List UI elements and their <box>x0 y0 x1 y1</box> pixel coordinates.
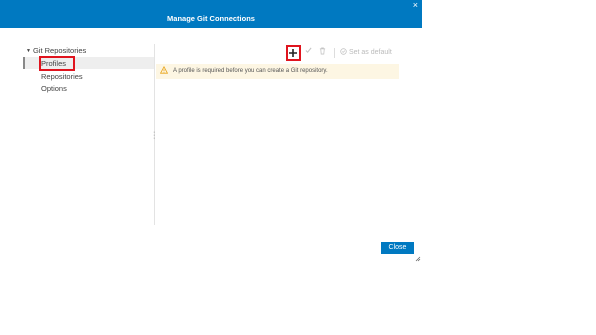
warning-message: A profile is required before you can cre… <box>173 68 328 74</box>
resize-grip-icon[interactable] <box>415 256 421 262</box>
checkmark-icon <box>305 47 312 54</box>
close-icon[interactable]: × <box>413 1 418 10</box>
splitter-grip-icon[interactable]: · · · <box>153 129 155 142</box>
close-button[interactable]: Close <box>381 242 414 254</box>
caret-down-icon[interactable]: ▼ <box>26 48 31 54</box>
tree-root-label: Git Repositories <box>32 46 87 55</box>
set-as-default-label: Set as default <box>348 49 392 56</box>
warning-triangle-icon <box>160 66 168 74</box>
add-button-highlight-box <box>286 45 301 61</box>
dialog-titlebar: Manage Git Connections × <box>0 0 422 28</box>
set-as-default-button[interactable]: Set as default <box>340 47 392 59</box>
toolbar-separator <box>334 48 335 58</box>
trash-icon <box>319 47 326 55</box>
tree-root-git-repositories[interactable]: ▼ Git Repositories <box>26 46 86 55</box>
manage-git-connections-dialog: Manage Git Connections × ▼ Git Repositori… <box>0 0 422 263</box>
edit-profile-button[interactable] <box>305 47 312 59</box>
tree-item-repositories[interactable]: Repositories <box>41 72 83 81</box>
delete-profile-button[interactable] <box>319 47 326 59</box>
warning-banner: A profile is required before you can cre… <box>156 64 399 79</box>
circle-check-icon <box>340 48 347 55</box>
dialog-title: Manage Git Connections <box>167 14 255 23</box>
tree-item-options[interactable]: Options <box>41 84 67 93</box>
profiles-highlight-box <box>39 56 75 71</box>
